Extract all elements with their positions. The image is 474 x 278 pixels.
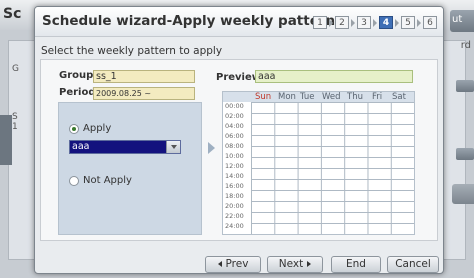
hour-label: 02:00	[225, 112, 244, 120]
chevron-down-icon[interactable]	[166, 141, 180, 153]
arrow-left-icon	[217, 261, 222, 267]
background-title: Sc	[3, 6, 22, 22]
hour-label: 06:00	[225, 132, 244, 140]
step-3: 3	[357, 16, 371, 29]
group-label: Group	[59, 70, 94, 81]
content-area: Group ss_1 Period 2009.08.25 ~ 2009.09.2…	[40, 59, 438, 241]
background-right-button-2[interactable]	[456, 148, 474, 160]
dialog-header: Schedule wizard-Apply weekly pattern 1 2…	[35, 7, 443, 37]
hour-label: 24:00	[225, 222, 244, 230]
day-wed: Wed	[322, 92, 341, 102]
apply-radio[interactable]	[69, 123, 79, 134]
arrow-right-icon	[307, 261, 312, 267]
pattern-select-value: aaa	[72, 141, 90, 152]
not-apply-radio[interactable]	[69, 175, 79, 186]
arrow-right-icon	[208, 142, 215, 154]
apply-label: Apply	[83, 123, 112, 134]
step-2: 2	[335, 16, 349, 29]
background-right-button[interactable]	[456, 80, 474, 92]
hour-label: 14:00	[225, 172, 244, 180]
step-arrow-icon	[395, 18, 399, 27]
wizard-steps: 1 2 3 4 5 6	[313, 16, 437, 29]
end-button[interactable]: End	[331, 256, 381, 273]
group-field: ss_1	[93, 70, 195, 83]
background-label-g: G	[12, 64, 19, 74]
background-label-1: 1	[12, 122, 18, 132]
hour-label: 22:00	[225, 212, 244, 220]
next-button-label: Next	[278, 258, 304, 270]
step-6: 6	[423, 16, 437, 29]
day-fri: Fri	[372, 92, 383, 102]
next-button[interactable]: Next	[267, 256, 323, 273]
hour-label: 18:00	[225, 192, 244, 200]
step-5: 5	[401, 16, 415, 29]
day-header-row: Sun Mon Tue Wed Thu Fri Sat	[223, 92, 414, 102]
period-label: Period	[59, 87, 96, 98]
background-out-button[interactable]	[452, 184, 474, 204]
hour-label: 20:00	[225, 202, 244, 210]
day-tue: Tue	[300, 92, 315, 102]
hour-label: 12:00	[225, 162, 244, 170]
apply-radio-row[interactable]: Apply	[69, 123, 111, 134]
background-logout-button[interactable]: ut	[450, 10, 474, 32]
background-label-rd: rd	[460, 40, 471, 51]
preview-field: aaa	[255, 70, 413, 83]
cancel-button-label: Cancel	[395, 258, 431, 270]
day-thu: Thu	[347, 92, 363, 102]
step-arrow-icon	[351, 18, 355, 27]
hour-label: 16:00	[225, 182, 244, 190]
step-arrow-icon	[373, 18, 377, 27]
step-arrow-icon	[417, 18, 421, 27]
not-apply-label: Not Apply	[83, 175, 132, 186]
end-button-label: End	[346, 258, 366, 270]
dialog-subtitle: Select the weekly pattern to apply	[41, 45, 223, 57]
step-1: 1	[313, 16, 327, 29]
dialog-title: Schedule wizard-Apply weekly pattern	[42, 13, 336, 29]
step-4-active: 4	[379, 16, 393, 29]
prev-button[interactable]: Prev	[205, 256, 261, 273]
day-sun: Sun	[255, 92, 272, 102]
day-mon: Mon	[278, 92, 296, 102]
schedule-wizard-dialog: Schedule wizard-Apply weekly pattern 1 2…	[34, 6, 444, 274]
hour-label: 04:00	[225, 122, 244, 130]
weekly-preview-grid: Sun Mon Tue Wed Thu Fri Sat 00:00 02:00 …	[222, 91, 415, 235]
hour-label: 08:00	[225, 142, 244, 150]
background-label-s: S	[12, 112, 18, 122]
step-arrow-icon	[329, 18, 333, 27]
hour-label: 10:00	[225, 152, 244, 160]
hour-label: 00:00	[225, 102, 244, 110]
background-side-tab[interactable]	[0, 115, 12, 165]
pattern-select[interactable]: aaa	[69, 140, 181, 154]
apply-options-panel: Apply aaa Not Apply	[58, 102, 202, 235]
prev-button-label: Prev	[225, 258, 249, 270]
cancel-button[interactable]: Cancel	[387, 256, 439, 273]
day-sat: Sat	[392, 92, 406, 102]
period-field: 2009.08.25 ~ 2009.09.25	[93, 87, 195, 110]
schedule-grid-cells	[251, 102, 414, 234]
not-apply-radio-row[interactable]: Not Apply	[69, 175, 132, 186]
